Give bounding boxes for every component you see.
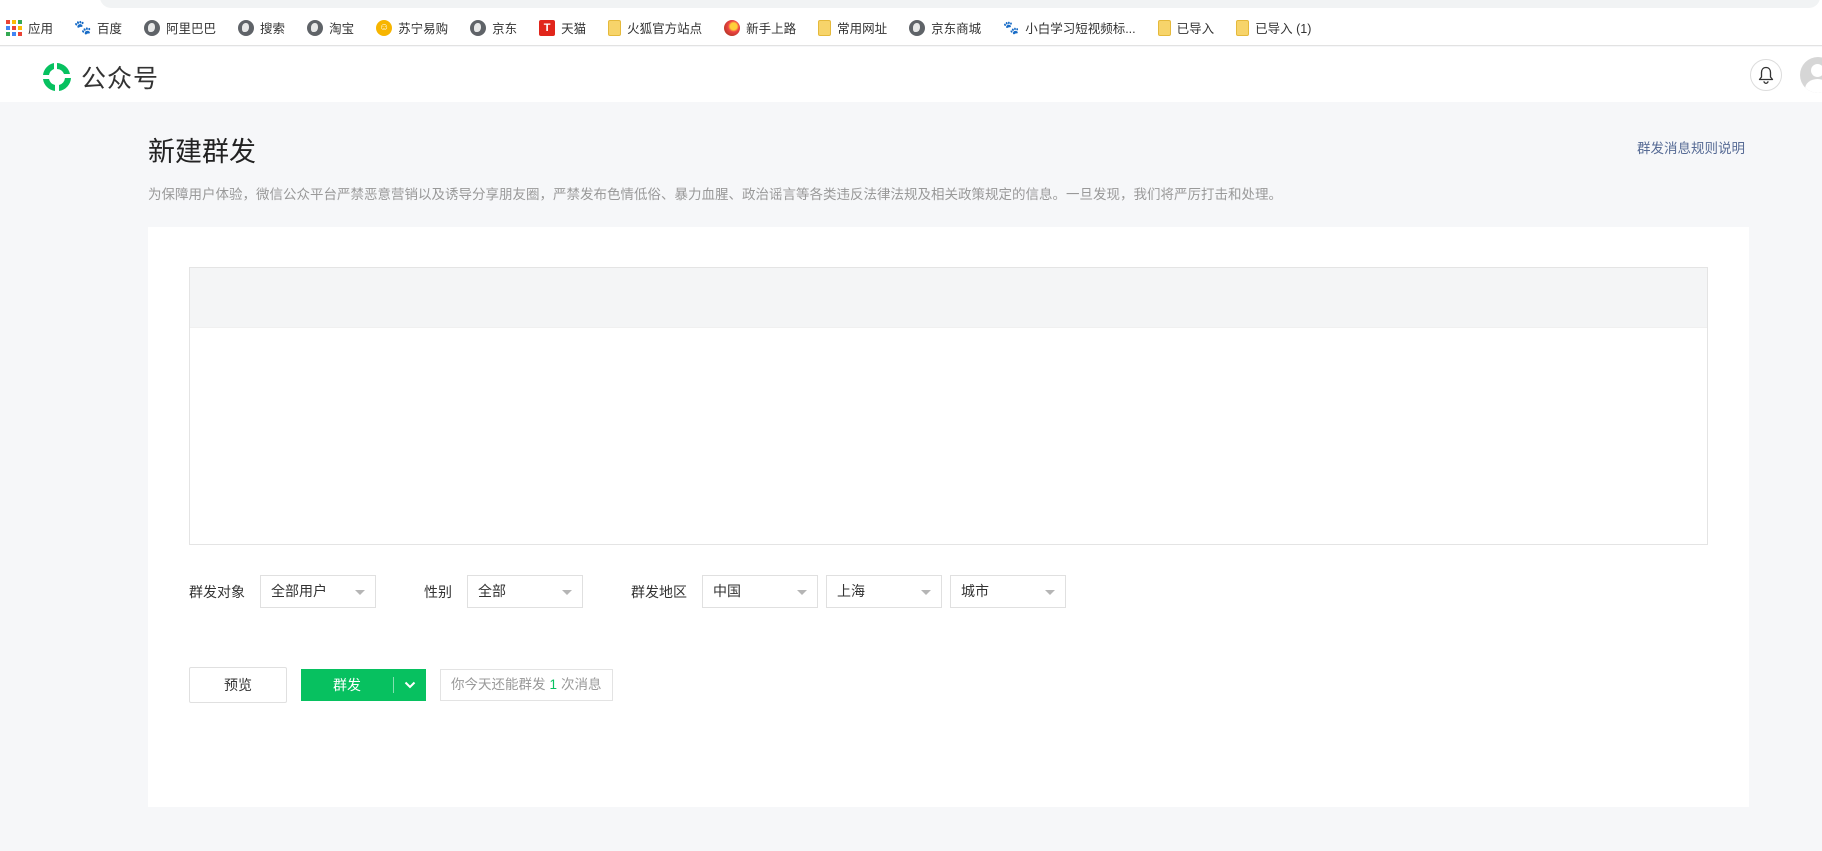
bookmark-search[interactable]: 搜索: [238, 18, 285, 37]
chevron-down-icon: [921, 590, 931, 595]
bookmarks-bar: 应用 🐾 百度 阿里巴巴 搜索 淘宝 ☺ 苏宁易购 京东 T 天猫 火狐官方站点 新手…: [0, 10, 1822, 46]
policy-notice: 为保障用户体验，微信公众平台严禁恶意营销以及诱导分享朋友圈，严禁发布色情低俗、暴…: [148, 187, 1282, 202]
region-label: 群发地区: [631, 583, 687, 600]
globe-icon: [144, 19, 161, 36]
bookmark-label: 阿里巴巴: [166, 22, 217, 36]
bookmark-label: 已导入: [1176, 22, 1215, 36]
chevron-down-icon: [1045, 590, 1055, 595]
mass-message-rules-link[interactable]: 群发消息规则说明: [1637, 137, 1745, 157]
logo[interactable]: 公众号: [40, 59, 159, 95]
wechat-official-logo-icon: [43, 63, 71, 91]
editor-toolbar: [190, 268, 1707, 328]
city-select-value: 城市: [961, 583, 989, 599]
target-filters: 群发对象 全部用户 性别 全部 群发地区 中国 上海 城市: [189, 575, 1066, 608]
send-options-dropdown-button[interactable]: [394, 669, 426, 701]
folder-icon: [1157, 19, 1171, 36]
bookmark-apps[interactable]: 应用: [6, 18, 53, 37]
target-select-value: 全部用户: [271, 583, 327, 599]
bookmark-tmall[interactable]: T 天猫: [539, 18, 586, 37]
preview-button[interactable]: 预览: [189, 667, 287, 703]
suning-icon: ☺: [376, 19, 393, 36]
logo-text: 公众号: [81, 65, 160, 93]
globe-icon: [307, 19, 324, 36]
chevron-down-icon: [562, 590, 572, 595]
gender-select[interactable]: 全部: [467, 575, 583, 608]
folder-icon: [818, 19, 832, 36]
country-select[interactable]: 中国: [702, 575, 818, 608]
address-bar[interactable]: [100, 0, 1820, 8]
notification-bell-button[interactable]: [1750, 59, 1782, 91]
firefox-icon: [724, 19, 741, 36]
gender-select-value: 全部: [478, 583, 506, 599]
message-editor[interactable]: [189, 267, 1708, 545]
globe-icon: [909, 19, 926, 36]
quota-suffix: 次消息: [561, 677, 602, 692]
bookmark-label: 小白学习短视频标...: [1025, 22, 1136, 36]
bookmark-firefox-site[interactable]: 火狐官方站点: [608, 18, 702, 37]
bookmark-label: 百度: [97, 22, 123, 36]
globe-icon: [470, 19, 487, 36]
bookmark-label: 搜索: [260, 22, 286, 36]
bookmark-label: 京东: [492, 22, 518, 36]
target-label: 群发对象: [189, 583, 245, 600]
city-select[interactable]: 城市: [950, 575, 1066, 608]
bookmark-short-video[interactable]: 🐾 小白学习短视频标...: [1003, 18, 1136, 37]
apps-grid-icon: [6, 19, 22, 36]
province-select[interactable]: 上海: [826, 575, 942, 608]
folder-icon: [1236, 19, 1250, 36]
compose-panel: 群发对象 全部用户 性别 全部 群发地区 中国 上海 城市 预览 群发 你今天还…: [148, 227, 1749, 807]
browser-top-bar: [0, 0, 1822, 10]
chevron-down-icon: [797, 590, 807, 595]
bookmark-common-sites[interactable]: 常用网址: [818, 18, 887, 37]
send-button[interactable]: 群发: [301, 669, 393, 701]
gender-label: 性别: [424, 583, 452, 600]
app-header: 公众号: [0, 47, 1822, 102]
quota-count: 1: [549, 677, 558, 692]
send-button-group: 群发: [301, 669, 426, 701]
bookmark-label: 京东商城: [931, 22, 982, 36]
send-quota-info: 你今天还能群发 1 次消息: [440, 669, 613, 701]
bookmark-label: 常用网址: [837, 22, 888, 36]
bookmark-alibaba[interactable]: 阿里巴巴: [144, 18, 216, 37]
bell-icon: [1758, 66, 1774, 84]
bookmark-label: 天猫: [561, 22, 587, 36]
bookmark-jd-mall[interactable]: 京东商城: [909, 18, 981, 37]
bookmark-label: 火狐官方站点: [627, 22, 703, 36]
chevron-down-icon: [355, 590, 365, 595]
bookmark-imported[interactable]: 已导入: [1157, 18, 1215, 37]
bookmark-label: 淘宝: [329, 22, 355, 36]
chevron-down-icon: [404, 681, 416, 689]
bookmark-suning[interactable]: ☺ 苏宁易购: [376, 18, 448, 37]
globe-icon: [238, 19, 255, 36]
bookmark-getting-started[interactable]: 新手上路: [724, 18, 796, 37]
bookmark-imported-1[interactable]: 已导入 (1): [1236, 18, 1311, 37]
bookmark-label: 苏宁易购: [398, 22, 449, 36]
action-bar: 预览 群发 你今天还能群发 1 次消息: [189, 667, 613, 703]
province-select-value: 上海: [837, 583, 865, 599]
tmall-icon: T: [539, 19, 556, 36]
page-title: 新建群发: [148, 137, 256, 167]
bookmark-label: 应用: [28, 22, 54, 36]
target-select[interactable]: 全部用户: [260, 575, 376, 608]
quota-prefix: 你今天还能群发: [451, 677, 546, 692]
paw-icon: 🐾: [1003, 19, 1020, 35]
bookmark-jd[interactable]: 京东: [470, 18, 517, 37]
bookmark-label: 已导入 (1): [1255, 22, 1312, 36]
bookmark-label: 新手上路: [746, 22, 797, 36]
folder-icon: [608, 19, 622, 36]
baidu-paw-icon: 🐾: [74, 19, 92, 35]
bookmark-baidu[interactable]: 🐾 百度: [74, 18, 123, 37]
bookmark-taobao[interactable]: 淘宝: [307, 18, 354, 37]
country-select-value: 中国: [713, 583, 741, 599]
avatar[interactable]: [1800, 57, 1822, 93]
